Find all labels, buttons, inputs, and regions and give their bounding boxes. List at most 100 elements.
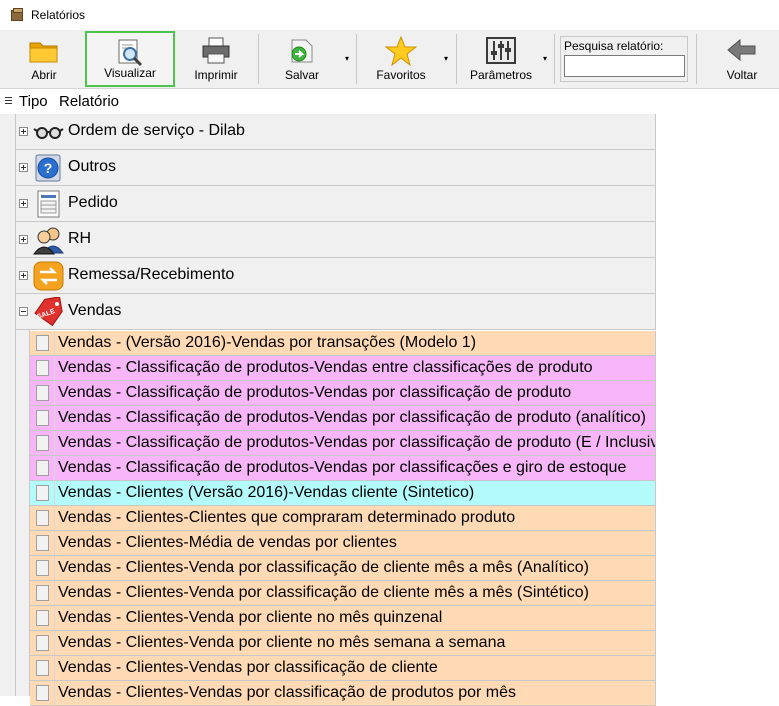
report-type-cell — [30, 481, 55, 505]
report-item-label: Vendas - Classificação de produtos-Venda… — [58, 359, 593, 376]
report-item-row[interactable]: Vendas - Clientes-Venda por cliente no m… — [30, 606, 656, 631]
report-item-label: Vendas - Clientes-Venda por cliente no m… — [58, 634, 506, 651]
document-icon — [36, 635, 49, 651]
report-item-row[interactable]: Vendas - Clientes-Vendas por classificaç… — [30, 656, 656, 681]
collapse-icon[interactable] — [19, 307, 28, 316]
svg-text:?: ? — [44, 160, 53, 176]
save-button-label: Salvar — [284, 68, 319, 82]
column-header-type[interactable]: Tipo — [19, 93, 48, 110]
report-type-cell — [30, 581, 55, 605]
document-icon — [36, 510, 49, 526]
save-dropdown-arrow-icon[interactable]: ▾ — [345, 54, 352, 63]
toolbar-separator — [456, 34, 457, 84]
group-label: Pedido — [68, 194, 118, 211]
parameters-dropdown-arrow-icon[interactable]: ▾ — [543, 54, 550, 63]
toolbar-separator — [356, 34, 357, 84]
expand-icon[interactable] — [19, 127, 28, 136]
report-type-cell — [30, 531, 55, 555]
document-icon — [36, 610, 49, 626]
report-type-cell — [30, 631, 55, 655]
printer-icon — [202, 37, 230, 64]
sale-tag-icon: SALE — [34, 297, 63, 327]
document-icon — [36, 410, 49, 426]
report-item-label: Vendas - Clientes-Vendas por classificaç… — [58, 684, 517, 701]
folder-icon — [29, 42, 58, 63]
form-document-icon — [37, 190, 60, 218]
document-icon — [36, 335, 49, 351]
report-item-row[interactable]: Vendas - Clientes-Clientes que compraram… — [30, 506, 656, 531]
group-label: Outros — [68, 158, 117, 175]
document-icon — [36, 360, 49, 376]
favorites-dropdown-arrow-icon[interactable]: ▾ — [444, 54, 451, 63]
document-icon — [36, 435, 49, 451]
column-menu-icon[interactable] — [5, 97, 12, 107]
glasses-icon — [33, 127, 64, 139]
report-item-row[interactable]: Vendas - Clientes-Vendas por classificaç… — [30, 681, 656, 706]
report-search-input[interactable] — [564, 55, 685, 77]
report-item-row[interactable]: Vendas - Clientes-Venda por classificaçã… — [30, 581, 656, 606]
column-header-report[interactable]: Relatório — [59, 93, 119, 110]
report-item-row[interactable]: Vendas - Clientes-Venda por cliente no m… — [30, 631, 656, 656]
report-item-row[interactable]: Vendas - Clientes-Venda por classificaçã… — [30, 556, 656, 581]
group-label: Vendas — [68, 302, 122, 319]
parameters-button[interactable]: Parâmetros — [460, 31, 542, 87]
report-type-cell — [30, 331, 55, 355]
reports-box-icon — [10, 8, 25, 22]
open-button[interactable]: Abrir — [6, 31, 82, 87]
print-button-label: Imprimir — [194, 68, 238, 82]
report-type-cell — [30, 656, 55, 680]
document-icon — [36, 385, 49, 401]
expand-icon[interactable] — [19, 271, 28, 280]
report-item-row[interactable]: Vendas - Classificação de produtos-Venda… — [30, 356, 656, 381]
report-type-cell — [30, 506, 55, 530]
back-button-label: Voltar — [726, 68, 758, 82]
group-row-ordem-servico[interactable]: Ordem de serviço - Dilab — [16, 114, 656, 150]
report-item-label: Vendas - Classificação de produtos-Venda… — [58, 409, 646, 426]
help-icon: ? — [35, 154, 61, 182]
group-row-pedido[interactable]: Pedido — [16, 186, 656, 222]
report-item-label: Vendas - Clientes-Venda por classificaçã… — [58, 584, 589, 601]
save-button[interactable]: Salvar — [262, 31, 342, 87]
report-type-cell — [30, 356, 55, 380]
document-icon — [36, 660, 49, 676]
report-item-row[interactable]: Vendas - Clientes-Média de vendas por cl… — [30, 531, 656, 556]
report-type-cell — [30, 381, 55, 405]
report-item-row[interactable]: Vendas - (Versão 2016)-Vendas por transa… — [30, 331, 656, 356]
report-item-label: Vendas - Clientes-Venda por classificaçã… — [58, 559, 589, 576]
group-row-remessa-recebimento[interactable]: Remessa/Recebimento — [16, 258, 656, 294]
report-type-cell — [30, 681, 55, 705]
group-row-vendas[interactable]: SALE Vendas — [16, 294, 656, 330]
report-item-label: Vendas - Clientes-Venda por cliente no m… — [58, 609, 443, 626]
grid-header: Tipo Relatório — [0, 90, 779, 114]
report-item-row[interactable]: Vendas - Clientes (Versão 2016)-Vendas c… — [30, 481, 656, 506]
favorites-button[interactable]: Favoritos — [360, 31, 442, 87]
print-button[interactable]: Imprimir — [178, 31, 254, 87]
report-item-row[interactable]: Vendas - Classificação de produtos-Venda… — [30, 406, 656, 431]
document-icon — [36, 685, 49, 701]
back-button[interactable]: Voltar — [704, 31, 779, 87]
document-icon — [36, 585, 49, 601]
document-icon — [36, 560, 49, 576]
report-search-label: Pesquisa relatório: — [564, 39, 664, 53]
report-item-label: Vendas - Classificação de produtos-Venda… — [58, 459, 627, 476]
sliders-icon — [486, 37, 516, 64]
expand-icon[interactable] — [19, 235, 28, 244]
parameters-button-label: Parâmetros — [469, 68, 533, 82]
preview-button[interactable]: Visualizar — [85, 31, 175, 87]
group-label: RH — [68, 230, 92, 247]
expand-icon[interactable] — [19, 199, 28, 208]
report-item-label: Vendas - Classificação de produtos-Venda… — [58, 384, 572, 401]
report-item-row[interactable]: Vendas - Classificação de produtos-Venda… — [30, 381, 656, 406]
report-item-row[interactable]: Vendas - Classificação de produtos-Venda… — [30, 456, 656, 481]
group-row-outros[interactable]: ? Outros — [16, 150, 656, 186]
star-icon — [385, 36, 417, 66]
report-item-row[interactable]: Vendas - Classificação de produtos-Venda… — [30, 431, 656, 456]
report-type-cell — [30, 406, 55, 430]
report-item-label: Vendas - Classificação de produtos-Venda… — [58, 434, 656, 451]
report-item-label: Vendas - Clientes-Clientes que compraram… — [58, 509, 516, 526]
toolbar-separator — [696, 34, 697, 84]
group-row-rh[interactable]: RH — [16, 222, 656, 258]
expand-icon[interactable] — [19, 163, 28, 172]
people-icon — [33, 227, 64, 255]
report-type-cell — [30, 606, 55, 630]
